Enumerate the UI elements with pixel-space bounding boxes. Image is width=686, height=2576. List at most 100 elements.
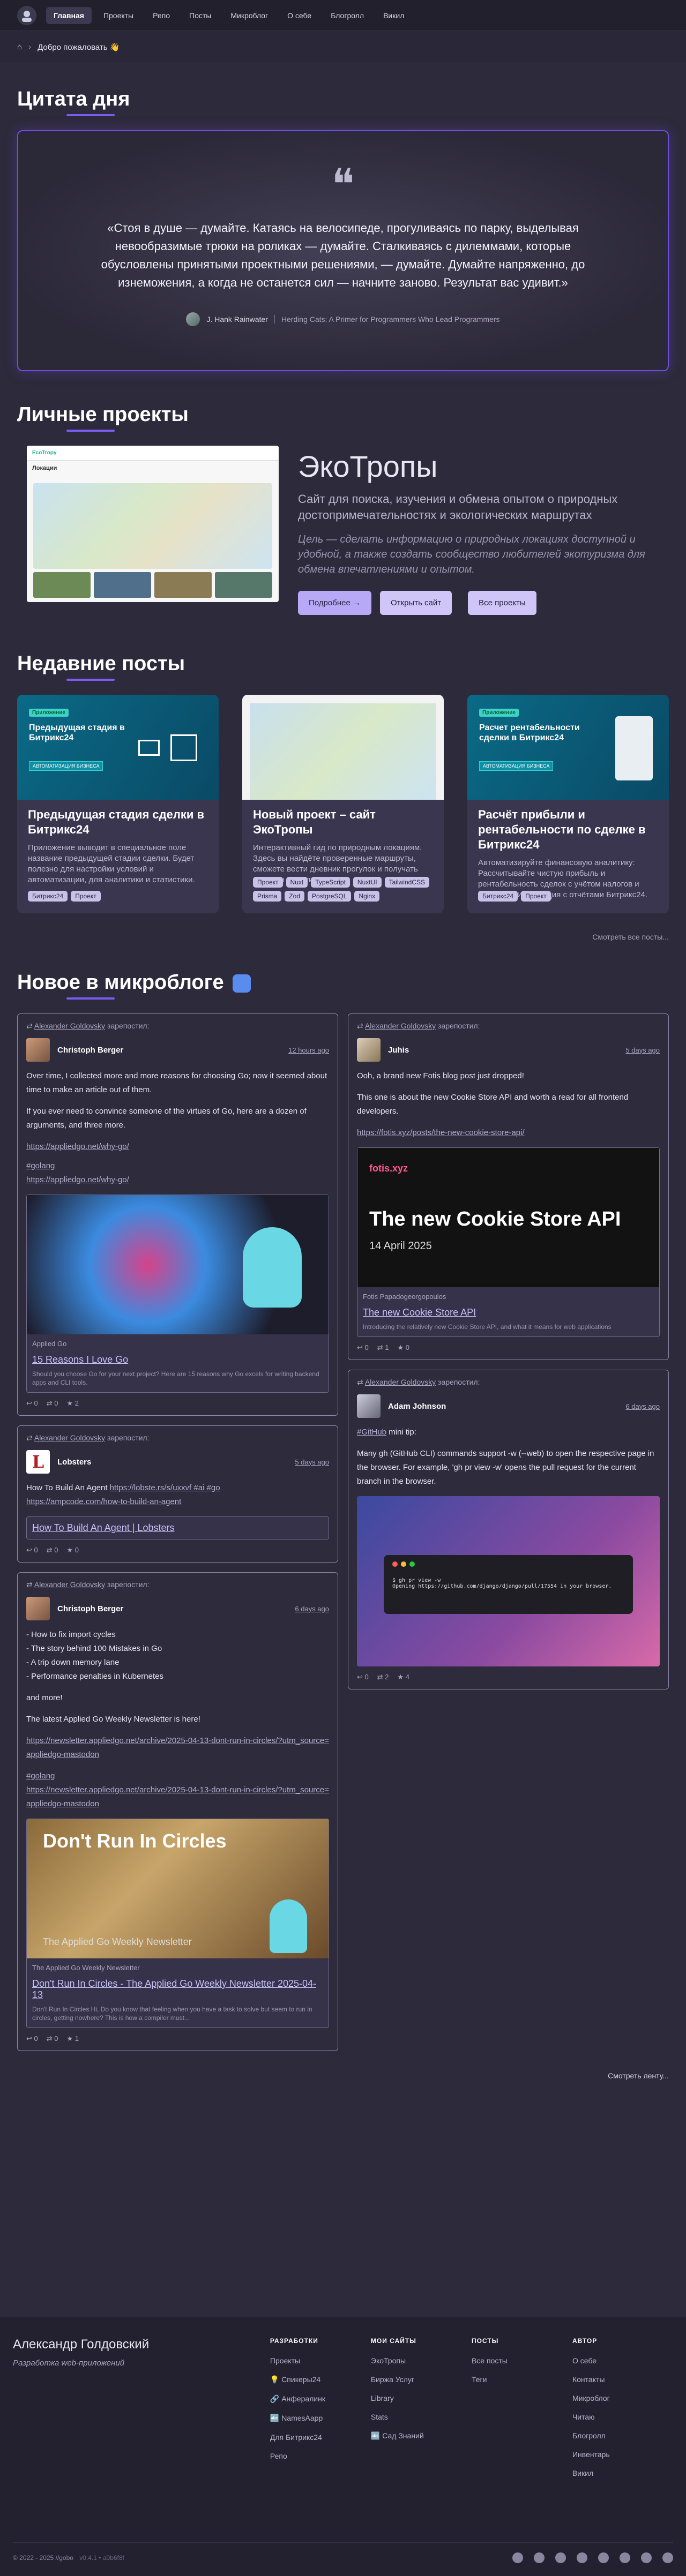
footer-link[interactable]: Все посты bbox=[472, 2356, 572, 2365]
home-icon[interactable]: ⌂ bbox=[17, 42, 22, 51]
post-link[interactable]: https://appliedgo.net/why-go/ bbox=[26, 1175, 129, 1184]
nav-microblog[interactable]: Микроблог bbox=[223, 7, 275, 24]
reply-icon[interactable]: ↩ 0 bbox=[26, 1399, 38, 1408]
post-title[interactable]: Новый проект – сайт ЭкоТропы bbox=[253, 807, 433, 837]
footer-link[interactable]: Биржа Услуг bbox=[371, 2375, 472, 2384]
email-icon[interactable] bbox=[534, 2552, 545, 2563]
tag[interactable]: TailwindCSS bbox=[384, 877, 429, 888]
post-link[interactable]: https://ampcode.com/how-to-build-an-agen… bbox=[26, 1497, 181, 1506]
tag[interactable]: Проект bbox=[253, 877, 283, 888]
tag[interactable]: TypeScript bbox=[311, 877, 350, 888]
boost-icon[interactable]: ⇄ 0 bbox=[47, 1399, 58, 1408]
avatar[interactable] bbox=[357, 1394, 381, 1418]
tag[interactable]: Zod bbox=[285, 891, 305, 902]
footer-link[interactable]: Проекты bbox=[270, 2356, 371, 2365]
footer-link[interactable]: Викил bbox=[572, 2469, 673, 2477]
reposter-link[interactable]: Alexander Goldovsky bbox=[34, 1022, 105, 1030]
nav-home[interactable]: Главная bbox=[46, 6, 92, 24]
post-link[interactable]: https://fotis.xyz/posts/the-new-cookie-s… bbox=[357, 1128, 525, 1137]
link-preview[interactable]: How To Build An Agent | Lobsters bbox=[26, 1516, 329, 1539]
footer-link[interactable]: Stats bbox=[371, 2413, 472, 2421]
footer-link[interactable]: 🔤 NamesAapp bbox=[270, 2414, 371, 2423]
post-author[interactable]: Adam Johnson bbox=[388, 1402, 618, 1411]
post-author[interactable]: Christoph Berger bbox=[57, 1046, 281, 1055]
favourite-icon[interactable]: ★ 2 bbox=[67, 1399, 79, 1408]
lobsters-logo-icon[interactable]: L bbox=[26, 1450, 50, 1474]
all-projects-button[interactable]: Все проекты bbox=[468, 591, 536, 615]
nav-posts[interactable]: Посты bbox=[182, 7, 219, 24]
telegram-icon[interactable] bbox=[512, 2552, 523, 2563]
footer-link[interactable]: Library bbox=[371, 2394, 472, 2402]
see-all-posts-link[interactable]: Смотреть все посты... bbox=[17, 933, 669, 941]
boost-icon[interactable]: ⇄ 0 bbox=[47, 1546, 58, 1554]
post-date[interactable]: 5 days ago bbox=[625, 1046, 660, 1054]
favourite-icon[interactable]: ★ 1 bbox=[67, 2034, 79, 2043]
link-preview[interactable]: Applied Go 15 Reasons I Love Go Should y… bbox=[26, 1195, 329, 1393]
post-link[interactable]: https://newsletter.appliedgo.net/archive… bbox=[26, 1736, 329, 1759]
mastodon-icon[interactable] bbox=[598, 2552, 609, 2563]
reposter-link[interactable]: Alexander Goldovsky bbox=[34, 1433, 105, 1442]
preview-title[interactable]: How To Build An Agent | Lobsters bbox=[32, 1522, 323, 1534]
tag[interactable]: Битрикс24 bbox=[28, 891, 68, 902]
link-preview[interactable]: Don't Run In Circles The Applied Go Week… bbox=[26, 1819, 329, 2028]
reply-icon[interactable]: ↩ 0 bbox=[357, 1343, 369, 1352]
bluesky-icon[interactable] bbox=[620, 2552, 630, 2563]
steam-icon[interactable] bbox=[662, 2552, 673, 2563]
footer-link[interactable]: Для Битрикс24 bbox=[270, 2433, 371, 2442]
reposter-link[interactable]: Alexander Goldovsky bbox=[365, 1378, 436, 1386]
tag[interactable]: Битрикс24 bbox=[478, 891, 518, 902]
see-feed-link[interactable]: Смотреть ленту... bbox=[17, 2071, 669, 2080]
favourite-icon[interactable]: ★ 4 bbox=[398, 1673, 410, 1681]
tag[interactable]: NuxtUI bbox=[353, 877, 382, 888]
post-date[interactable]: 12 hours ago bbox=[288, 1046, 329, 1054]
project-screenshot[interactable]: EcoTropy Локации bbox=[27, 446, 279, 602]
favourite-icon[interactable]: ★ 0 bbox=[398, 1343, 410, 1352]
project-open-button[interactable]: Открыть сайт bbox=[379, 591, 452, 615]
preview-title[interactable]: The new Cookie Store API bbox=[363, 1307, 654, 1318]
reply-icon[interactable]: ↩ 0 bbox=[26, 1546, 38, 1554]
link-preview[interactable]: fotis.xyz The new Cookie Store API 14 Ap… bbox=[357, 1147, 660, 1337]
footer-link[interactable]: 💡 Спикеры24 bbox=[270, 2375, 371, 2384]
post-link[interactable]: https://newsletter.appliedgo.net/archive… bbox=[26, 1785, 329, 1808]
post-author[interactable]: Juhis bbox=[388, 1046, 618, 1055]
footer-link[interactable]: О себе bbox=[572, 2356, 673, 2365]
post-card[interactable]: Приложение Предыдущая стадия в Битрикс24… bbox=[17, 695, 219, 913]
post-card[interactable]: Новый проект – сайт ЭкоТропы Интерактивн… bbox=[242, 695, 444, 913]
post-title[interactable]: Предыдущая стадия сделки в Битрикс24 bbox=[28, 807, 208, 837]
project-more-button[interactable]: Подробнее → bbox=[298, 591, 371, 615]
tag[interactable]: Проект bbox=[521, 891, 551, 902]
footer-link[interactable]: ЭкоТропы bbox=[371, 2356, 472, 2365]
footer-link[interactable]: Микроблог bbox=[572, 2394, 673, 2402]
post-card[interactable]: Приложение Расчет рентабельности сделки … bbox=[467, 695, 669, 913]
post-link[interactable]: https://appliedgo.net/why-go/ bbox=[26, 1142, 129, 1151]
footer-link[interactable]: Инвентарь bbox=[572, 2450, 673, 2459]
reply-icon[interactable]: ↩ 0 bbox=[357, 1673, 369, 1681]
post-date[interactable]: 6 days ago bbox=[625, 1402, 660, 1410]
nav-repo[interactable]: Репо bbox=[145, 7, 177, 24]
post-title[interactable]: Расчёт прибыли и рентабельности по сделк… bbox=[478, 807, 658, 852]
nav-wiki[interactable]: Викил bbox=[376, 7, 412, 24]
nav-projects[interactable]: Проекты bbox=[96, 7, 141, 24]
avatar[interactable] bbox=[26, 1038, 50, 1062]
boost-icon[interactable]: ⇄ 0 bbox=[47, 2034, 58, 2043]
tag[interactable]: Nginx bbox=[354, 891, 380, 902]
preview-title[interactable]: Don't Run In Circles - The Applied Go We… bbox=[32, 1978, 323, 2001]
reply-icon[interactable]: ↩ 0 bbox=[26, 2034, 38, 2043]
tag[interactable]: Prisma bbox=[253, 891, 282, 902]
footer-link[interactable]: Читаю bbox=[572, 2413, 673, 2421]
gitea-icon[interactable] bbox=[577, 2552, 587, 2563]
footer-link[interactable]: 🔗 Анфералинк bbox=[270, 2394, 371, 2404]
site-logo[interactable] bbox=[17, 5, 36, 25]
footer-link[interactable]: Теги bbox=[472, 2375, 572, 2384]
post-author[interactable]: Lobsters bbox=[57, 1458, 287, 1467]
footer-link[interactable]: Репо bbox=[270, 2452, 371, 2460]
boost-icon[interactable]: ⇄ 2 bbox=[377, 1673, 389, 1681]
boost-icon[interactable]: ⇄ 1 bbox=[377, 1343, 389, 1352]
post-link[interactable]: https://lobste.rs/s/uxxvf #ai #go bbox=[110, 1483, 220, 1492]
rss-icon[interactable] bbox=[641, 2552, 652, 2563]
github-icon[interactable] bbox=[555, 2552, 566, 2563]
footer-link[interactable]: 🔤 Сад Знаний bbox=[371, 2431, 472, 2440]
post-author[interactable]: Christoph Berger bbox=[57, 1604, 287, 1613]
nav-about[interactable]: О себе bbox=[280, 7, 319, 24]
nav-blogroll[interactable]: Блогролл bbox=[323, 7, 371, 24]
